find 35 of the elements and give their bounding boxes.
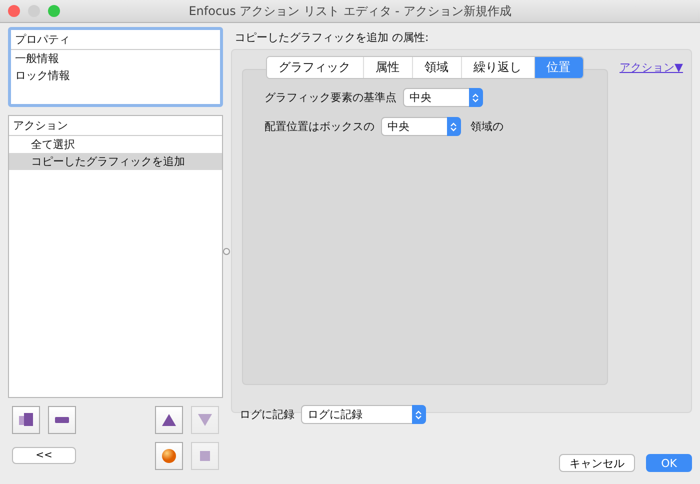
stepper-icon [415,410,422,420]
zoom-icon[interactable] [48,5,60,17]
stepper-icon [450,122,458,132]
list-header: プロパティ [11,30,220,50]
field-label: ログに記録 [240,407,295,422]
list-item[interactable]: 一般情報 [11,50,220,67]
cancel-button[interactable]: キャンセル [559,454,635,472]
field-label: 配置位置はボックスの [264,119,375,134]
list-item[interactable]: 全て選択 [9,136,222,153]
record-button[interactable] [154,442,183,470]
splitter-handle[interactable] [223,248,230,255]
remove-button[interactable] [48,406,76,434]
minus-icon [55,417,69,423]
stop-icon [200,451,210,461]
field-label: 領域の [470,119,504,134]
list-item[interactable]: ロック情報 [11,67,220,84]
up-triangle-icon [162,414,176,426]
duplicate-button[interactable] [12,406,40,434]
duplicate-icon [19,413,33,427]
log-dropdown[interactable]: ログに記録 [300,405,426,424]
window-title: Enfocus アクション リスト エディタ - アクション新規作成 [188,2,512,20]
down-triangle-icon [198,414,212,426]
collapse-button[interactable]: << [12,447,76,464]
stepper-icon [472,92,480,102]
tab[interactable]: グラフィック [266,57,364,78]
attributes-title: コピーしたグラフィックを追加 の属性: [234,30,430,46]
field-label: グラフィック要素の基準点 [264,90,397,105]
placement-dropdown[interactable]: 中央 [380,117,461,136]
close-icon[interactable] [8,5,20,17]
list-item[interactable]: コピーしたグラフィックを追加 [9,153,222,170]
list-header: アクション [9,116,222,136]
record-icon [162,449,176,463]
anchor-dropdown[interactable]: 中央 [402,88,483,107]
up-button[interactable] [154,406,183,434]
action-menu-link[interactable]: アクション▼ [620,60,683,385]
